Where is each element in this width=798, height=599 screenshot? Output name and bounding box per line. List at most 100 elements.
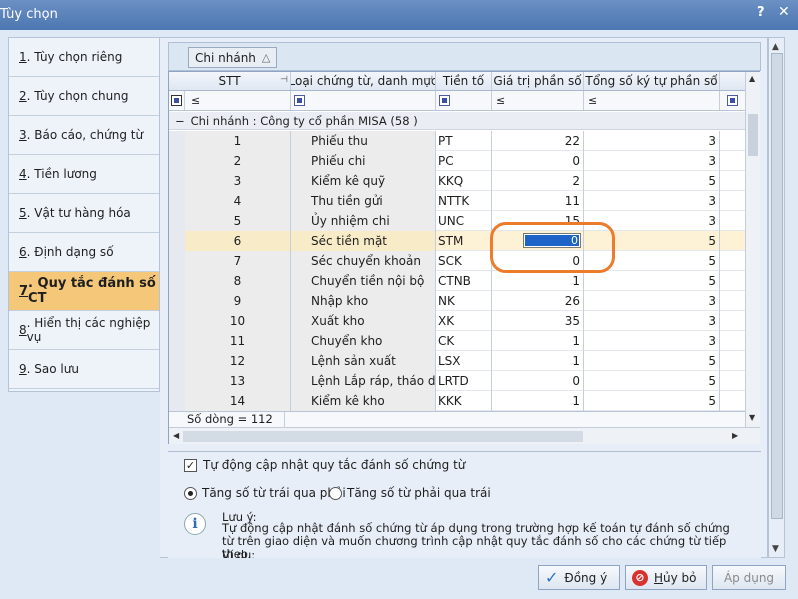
cell-tien-to[interactable]: KKK bbox=[436, 391, 492, 411]
pin-icon[interactable]: ⊣ bbox=[280, 75, 288, 85]
scroll-thumb[interactable] bbox=[771, 53, 783, 519]
cell-tien-to[interactable]: NK bbox=[436, 291, 492, 311]
cell-gia-tri[interactable]: 1 bbox=[492, 391, 584, 411]
scroll-down-icon[interactable]: ▼ bbox=[772, 544, 779, 554]
scroll-thumb[interactable] bbox=[748, 114, 758, 156]
sidebar-item-9[interactable]: 9. Sao lưu bbox=[9, 350, 159, 389]
auto-update-checkbox[interactable]: ✓ bbox=[184, 458, 197, 472]
col-header-stt[interactable]: STT ⊣ bbox=[169, 72, 291, 90]
table-row[interactable]: 3 Kiểm kê quỹ KKQ 2 5 bbox=[169, 171, 745, 191]
table-row[interactable]: 13 Lệnh Lắp ráp, tháo dỡ LRTD 0 5 bbox=[169, 371, 745, 391]
scroll-down-icon[interactable]: ▼ bbox=[749, 413, 755, 422]
grid-horizontal-scrollbar[interactable]: ◀ ▶ bbox=[169, 427, 760, 444]
sidebar-item-6[interactable]: 6. Định dạng số bbox=[9, 233, 159, 272]
cell-tong-so[interactable]: 3 bbox=[584, 311, 720, 331]
cell-tien-to[interactable]: LSX bbox=[436, 351, 492, 371]
cell-gia-tri[interactable]: 0 bbox=[492, 151, 584, 171]
cell-tong-so[interactable]: 3 bbox=[584, 131, 720, 151]
cell-gia-tri[interactable]: 22 bbox=[492, 131, 584, 151]
col-header-tong-so[interactable]: Tổng số ký tự phần số ⊣ bbox=[584, 72, 720, 90]
cell-gia-tri-editing[interactable]: 0 bbox=[492, 231, 584, 251]
cell-tong-so[interactable]: 3 bbox=[584, 291, 720, 311]
cell-tong-so[interactable]: 5 bbox=[584, 171, 720, 191]
group-chip-chi-nhanh[interactable]: Chi nhánh △ bbox=[188, 47, 278, 68]
col-header-tien-to[interactable]: Tiền tố bbox=[436, 72, 492, 90]
cell-tong-so[interactable]: 3 bbox=[584, 151, 720, 171]
group-row[interactable]: − Chi nhánh : Công ty cổ phần MISA (58 ) bbox=[169, 112, 745, 130]
scroll-thumb[interactable] bbox=[183, 431, 583, 442]
apply-button[interactable]: Áp dụng bbox=[712, 565, 786, 590]
close-icon[interactable]: ✕ bbox=[778, 4, 790, 20]
cell-tien-to[interactable]: LRTD bbox=[436, 371, 492, 391]
filter-tong-so[interactable]: ≤ bbox=[584, 91, 720, 110]
cell-gia-tri[interactable]: 35 bbox=[492, 311, 584, 331]
sidebar-item-2[interactable]: 2. Tùy chọn chung bbox=[9, 77, 159, 116]
filter-mode-icon[interactable] bbox=[727, 95, 738, 106]
table-row[interactable]: 12 Lệnh sản xuất LSX 1 5 bbox=[169, 351, 745, 371]
filter-clear-icon[interactable] bbox=[169, 91, 185, 110]
cell-tien-to[interactable]: PT bbox=[436, 131, 492, 151]
cell-tong-so[interactable]: 5 bbox=[584, 351, 720, 371]
sidebar-item-5[interactable]: 5. Vật tư hàng hóa bbox=[9, 194, 159, 233]
filter-loai[interactable] bbox=[291, 91, 436, 110]
table-row[interactable]: 10 Xuất kho XK 35 3 bbox=[169, 311, 745, 331]
cell-gia-tri[interactable]: 11 bbox=[492, 191, 584, 211]
table-row[interactable]: 11 Chuyển kho CK 1 3 bbox=[169, 331, 745, 351]
radio-right-to-left[interactable]: Tăng số từ phải qua trái bbox=[329, 486, 491, 500]
cell-gia-tri[interactable]: 0 bbox=[492, 371, 584, 391]
sidebar-item-8[interactable]: 8. Hiển thị các nghiệp vụ bbox=[9, 311, 159, 350]
grid-vertical-scrollbar[interactable]: ▲ ▼ bbox=[745, 72, 760, 427]
cell-gia-tri[interactable]: 1 bbox=[492, 331, 584, 351]
table-row[interactable]: 6 Séc tiền mặt STM 0 5 bbox=[169, 231, 745, 251]
cell-tong-so[interactable]: 5 bbox=[584, 391, 720, 411]
col-header-loai[interactable]: Loại chứng từ, danh mục ⊣ bbox=[291, 72, 436, 90]
cell-tien-to[interactable]: NTTK bbox=[436, 191, 492, 211]
cell-tien-to[interactable]: STM bbox=[436, 231, 492, 251]
sidebar-item-4[interactable]: 4. Tiền lương bbox=[9, 155, 159, 194]
filter-mode-icon[interactable] bbox=[439, 95, 450, 106]
pin-icon[interactable]: ⊣ bbox=[709, 75, 717, 85]
main-vertical-scrollbar[interactable]: ▲ ▼ bbox=[768, 37, 785, 558]
cell-gia-tri[interactable]: 2 bbox=[492, 171, 584, 191]
table-row[interactable]: 2 Phiếu chi PC 0 3 bbox=[169, 151, 745, 171]
table-row[interactable]: 1 Phiếu thu PT 22 3 bbox=[169, 131, 745, 151]
table-row[interactable]: 8 Chuyển tiền nội bộ CTNB 1 5 bbox=[169, 271, 745, 291]
ok-button[interactable]: ✓ Đồng ý bbox=[538, 565, 620, 590]
filter-tien-to[interactable] bbox=[436, 91, 492, 110]
table-row[interactable]: 9 Nhập kho NK 26 3 bbox=[169, 291, 745, 311]
radio-ltr-dot[interactable] bbox=[184, 486, 197, 500]
filter-stt[interactable]: ≤ bbox=[185, 91, 291, 110]
auto-update-option[interactable]: ✓ Tự động cập nhật quy tắc đánh số chứng… bbox=[184, 458, 465, 472]
cell-tien-to[interactable]: UNC bbox=[436, 211, 492, 231]
scroll-left-icon[interactable]: ◀ bbox=[173, 431, 179, 440]
radio-left-to-right[interactable]: Tăng số từ trái qua phải bbox=[184, 486, 346, 500]
cancel-button[interactable]: ⊘ Hủy bỏ bbox=[625, 565, 707, 590]
cell-tien-to[interactable]: SCK bbox=[436, 251, 492, 271]
cell-tong-so[interactable]: 3 bbox=[584, 331, 720, 351]
cell-tong-so[interactable]: 5 bbox=[584, 271, 720, 291]
scroll-up-icon[interactable]: ▲ bbox=[772, 42, 779, 52]
filter-gia-tri[interactable]: ≤ bbox=[492, 91, 584, 110]
gia-tri-edit-input[interactable]: 0 bbox=[523, 233, 581, 248]
cell-tong-so[interactable]: 5 bbox=[584, 371, 720, 391]
scroll-right-icon[interactable]: ▶ bbox=[732, 431, 738, 440]
filter-extra[interactable] bbox=[720, 91, 745, 110]
cell-gia-tri[interactable]: 1 bbox=[492, 271, 584, 291]
cell-gia-tri[interactable]: 15 bbox=[492, 211, 584, 231]
cell-tong-so[interactable]: 5 bbox=[584, 231, 720, 251]
collapse-icon[interactable]: − bbox=[175, 114, 185, 128]
col-header-gia-tri[interactable]: Giá trị phần số bbox=[492, 72, 584, 90]
cell-tien-to[interactable]: CK bbox=[436, 331, 492, 351]
table-row[interactable]: 14 Kiểm kê kho KKK 1 5 bbox=[169, 391, 745, 411]
radio-rtl-dot[interactable] bbox=[329, 486, 342, 500]
pin-icon[interactable]: ⊣ bbox=[425, 75, 433, 85]
scroll-up-icon[interactable]: ▲ bbox=[749, 74, 755, 83]
cell-tien-to[interactable]: XK bbox=[436, 311, 492, 331]
cell-tien-to[interactable]: PC bbox=[436, 151, 492, 171]
cell-gia-tri[interactable]: 26 bbox=[492, 291, 584, 311]
help-icon[interactable]: ? bbox=[757, 5, 765, 20]
table-row[interactable]: 4 Thu tiền gửi NTTK 11 3 bbox=[169, 191, 745, 211]
sidebar-item-1[interactable]: 1. Tùy chọn riêng bbox=[9, 38, 159, 77]
cell-tong-so[interactable]: 5 bbox=[584, 251, 720, 271]
cell-gia-tri[interactable]: 0 bbox=[492, 251, 584, 271]
